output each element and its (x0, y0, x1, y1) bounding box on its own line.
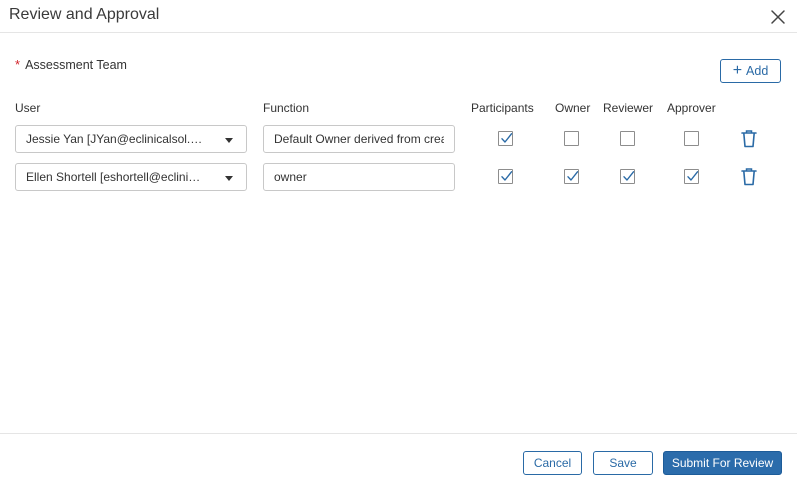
submit-for-review-button[interactable]: Submit For Review (663, 451, 782, 475)
participants-checkbox[interactable] (498, 131, 513, 146)
trash-icon[interactable] (741, 129, 757, 148)
column-header-approver: Approver (667, 101, 716, 115)
column-header-reviewer: Reviewer (603, 101, 654, 115)
caret-down-icon (225, 138, 233, 143)
trash-icon[interactable] (741, 167, 757, 186)
user-select-value: Ellen Shortell [eshortell@eclinicalsol.c… (26, 170, 206, 184)
participants-checkbox[interactable] (498, 169, 513, 184)
close-icon[interactable] (769, 8, 787, 26)
dialog-header: Review and Approval (0, 0, 797, 33)
review-approval-dialog: Review and Approval * Assessment Team + A… (0, 0, 797, 490)
column-header-function: Function (263, 101, 310, 115)
column-header-user: User (15, 101, 41, 115)
column-header-owner: Owner (555, 101, 591, 115)
required-marker: * (15, 57, 21, 72)
dialog-title: Review and Approval (9, 6, 160, 23)
approver-checkbox[interactable] (684, 169, 699, 184)
add-button-label: Add (746, 64, 769, 78)
function-input[interactable] (263, 125, 455, 153)
user-select[interactable]: Ellen Shortell [eshortell@eclinicalsol.c… (15, 163, 247, 191)
save-button[interactable]: Save (593, 451, 653, 475)
user-select-value: Jessie Yan [JYan@eclinicalsol.com] (26, 132, 206, 146)
plus-icon: + (732, 61, 743, 79)
assessment-team-label: * Assessment Team (15, 57, 127, 72)
column-header-participants: Participants (471, 101, 534, 115)
assessment-team-text: Assessment Team (25, 58, 127, 72)
reviewer-checkbox[interactable] (620, 131, 635, 146)
add-team-member-button[interactable]: + Add (720, 59, 781, 83)
owner-checkbox[interactable] (564, 131, 579, 146)
caret-down-icon (225, 176, 233, 181)
user-select[interactable]: Jessie Yan [JYan@eclinicalsol.com] (15, 125, 247, 153)
approver-checkbox[interactable] (684, 131, 699, 146)
owner-checkbox[interactable] (564, 169, 579, 184)
cancel-button[interactable]: Cancel (523, 451, 582, 475)
function-input[interactable] (263, 163, 455, 191)
reviewer-checkbox[interactable] (620, 169, 635, 184)
